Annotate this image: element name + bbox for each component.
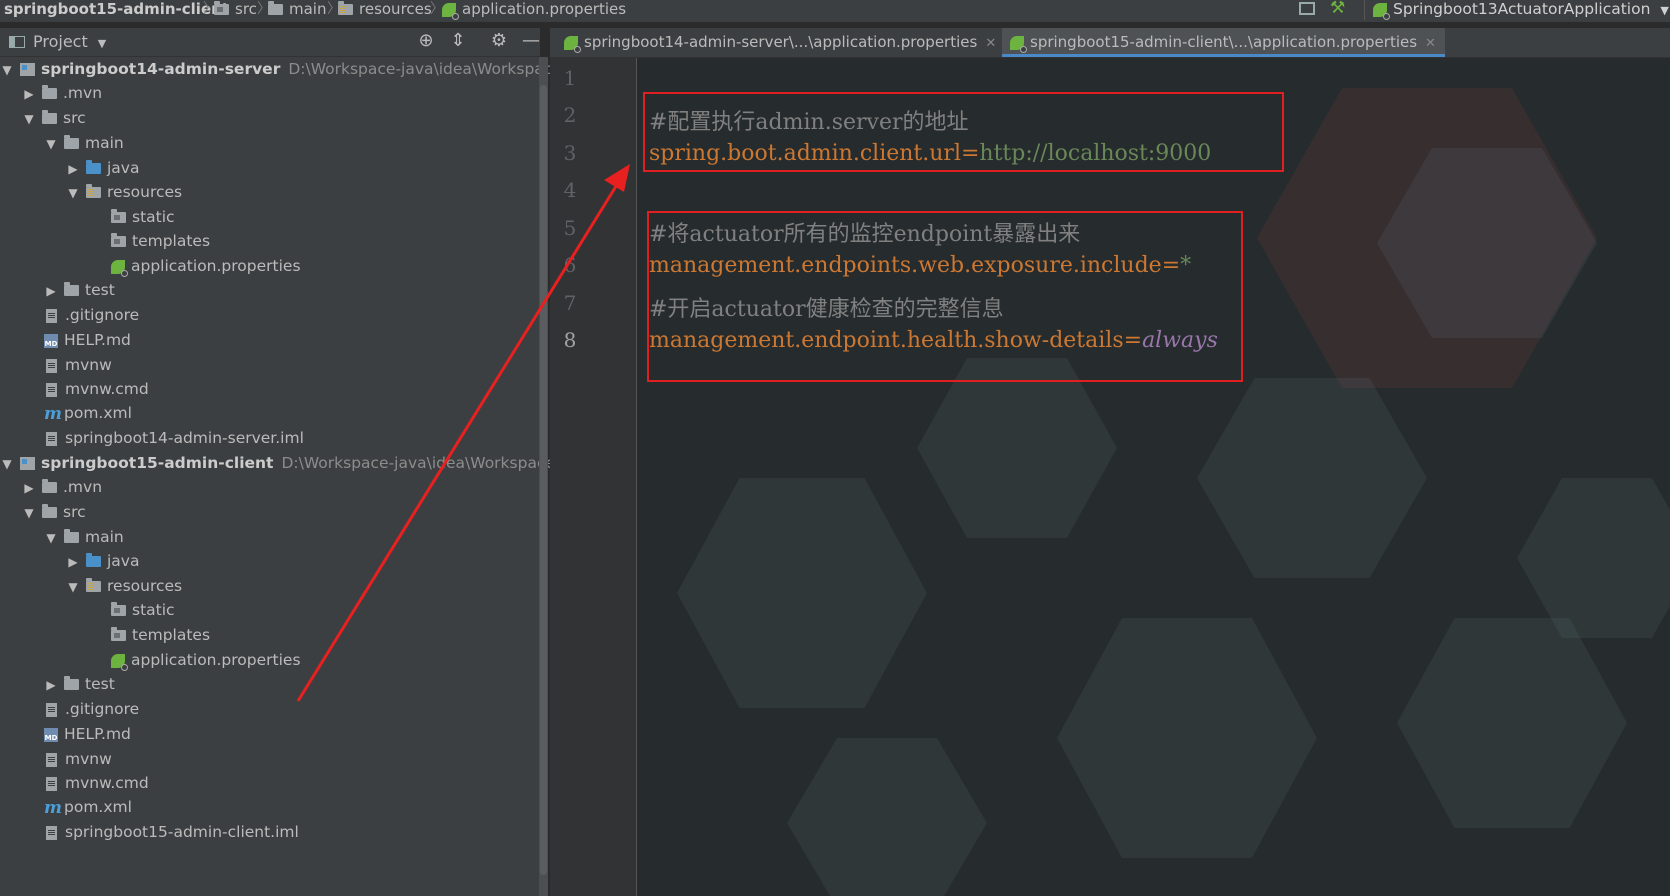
annotation-arrow-line: [296, 182, 620, 702]
annotation-arrow: [296, 164, 630, 702]
annotation-arrow-head: [604, 164, 630, 192]
